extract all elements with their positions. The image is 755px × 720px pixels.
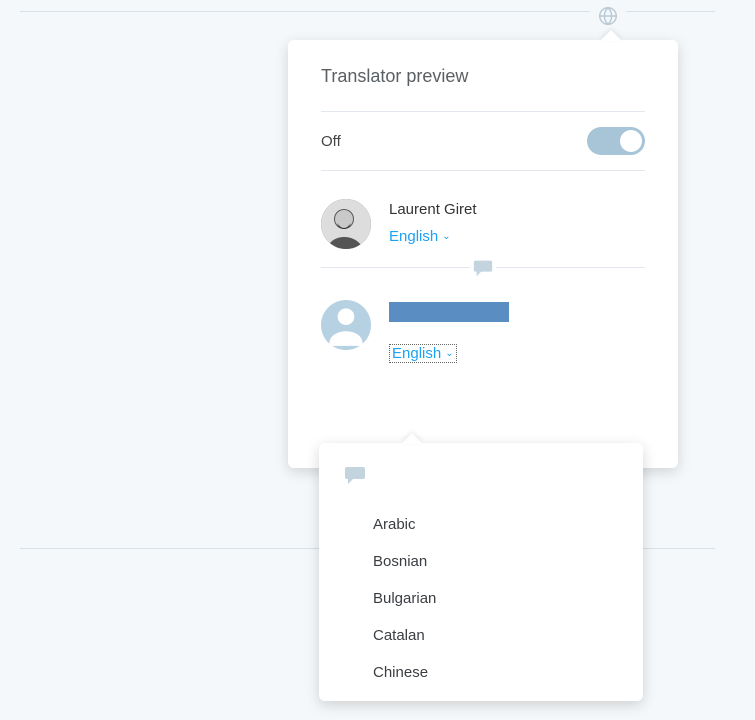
chevron-down-icon: ⌄ — [442, 231, 450, 242]
popover-title: Translator preview — [321, 66, 645, 87]
language-option[interactable]: Bosnian — [319, 543, 643, 580]
translator-toggle[interactable] — [587, 127, 645, 155]
language-option[interactable]: Chinese — [319, 654, 643, 691]
language-dropdown: Arabic Bosnian Bulgarian Catalan Chinese — [319, 443, 643, 701]
dropdown-header-icon — [319, 463, 643, 506]
secondary-language-label: English — [392, 345, 441, 362]
translator-toggle-row: Off — [321, 112, 645, 170]
translator-popover: Translator preview Off Laurent Giret Eng… — [288, 40, 678, 468]
avatar — [321, 199, 371, 249]
chat-bubble-icon — [470, 255, 496, 281]
avatar-placeholder — [321, 300, 371, 350]
chevron-down-icon: ⌄ — [445, 348, 453, 359]
globe-icon[interactable] — [590, 0, 626, 34]
secondary-person-info: English ⌄ — [389, 300, 509, 363]
secondary-language-select[interactable]: English ⌄ — [389, 344, 457, 363]
conversation-separator — [321, 267, 645, 268]
primary-person-row: Laurent Giret English ⌄ — [321, 171, 645, 259]
toggle-state-label: Off — [321, 133, 341, 150]
language-option[interactable]: Arabic — [319, 506, 643, 543]
primary-language-select[interactable]: English ⌄ — [389, 228, 451, 245]
primary-language-label: English — [389, 228, 438, 245]
primary-person-name: Laurent Giret — [389, 201, 477, 218]
language-option[interactable]: Catalan — [319, 617, 643, 654]
toggle-knob — [620, 130, 642, 152]
secondary-person-row: English ⌄ — [321, 268, 645, 363]
primary-person-info: Laurent Giret English ⌄ — [389, 199, 477, 246]
secondary-person-name-redacted — [389, 302, 509, 322]
language-option[interactable]: Bulgarian — [319, 580, 643, 617]
